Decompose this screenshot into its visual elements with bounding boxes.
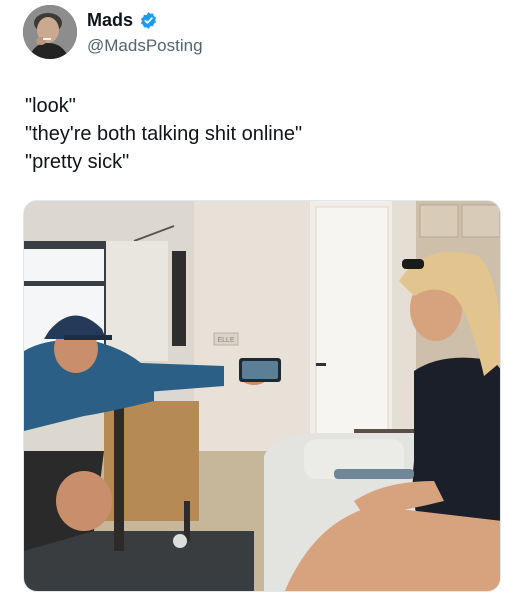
display-name[interactable]: Mads <box>87 9 133 31</box>
panel-label: ELLE <box>217 337 234 344</box>
author-handle[interactable]: @MadsPosting <box>87 35 203 57</box>
profile-photo-icon <box>23 5 77 59</box>
tweet-line: "pretty sick" <box>25 151 130 173</box>
tweet-line: "look" <box>25 95 76 117</box>
tweet-text: "look" "they're both talking shit online… <box>25 92 505 176</box>
photo-scene: ELLE <box>24 201 500 591</box>
author-name-row: Mads <box>87 9 158 31</box>
tweet-card: Mads @MadsPosting "look" "they're both t… <box>0 0 528 600</box>
tweet-photo[interactable]: ELLE <box>23 200 501 592</box>
verified-badge-icon <box>139 11 158 30</box>
author-avatar[interactable] <box>23 5 77 59</box>
tweet-line: "they're both talking shit online" <box>25 123 303 145</box>
